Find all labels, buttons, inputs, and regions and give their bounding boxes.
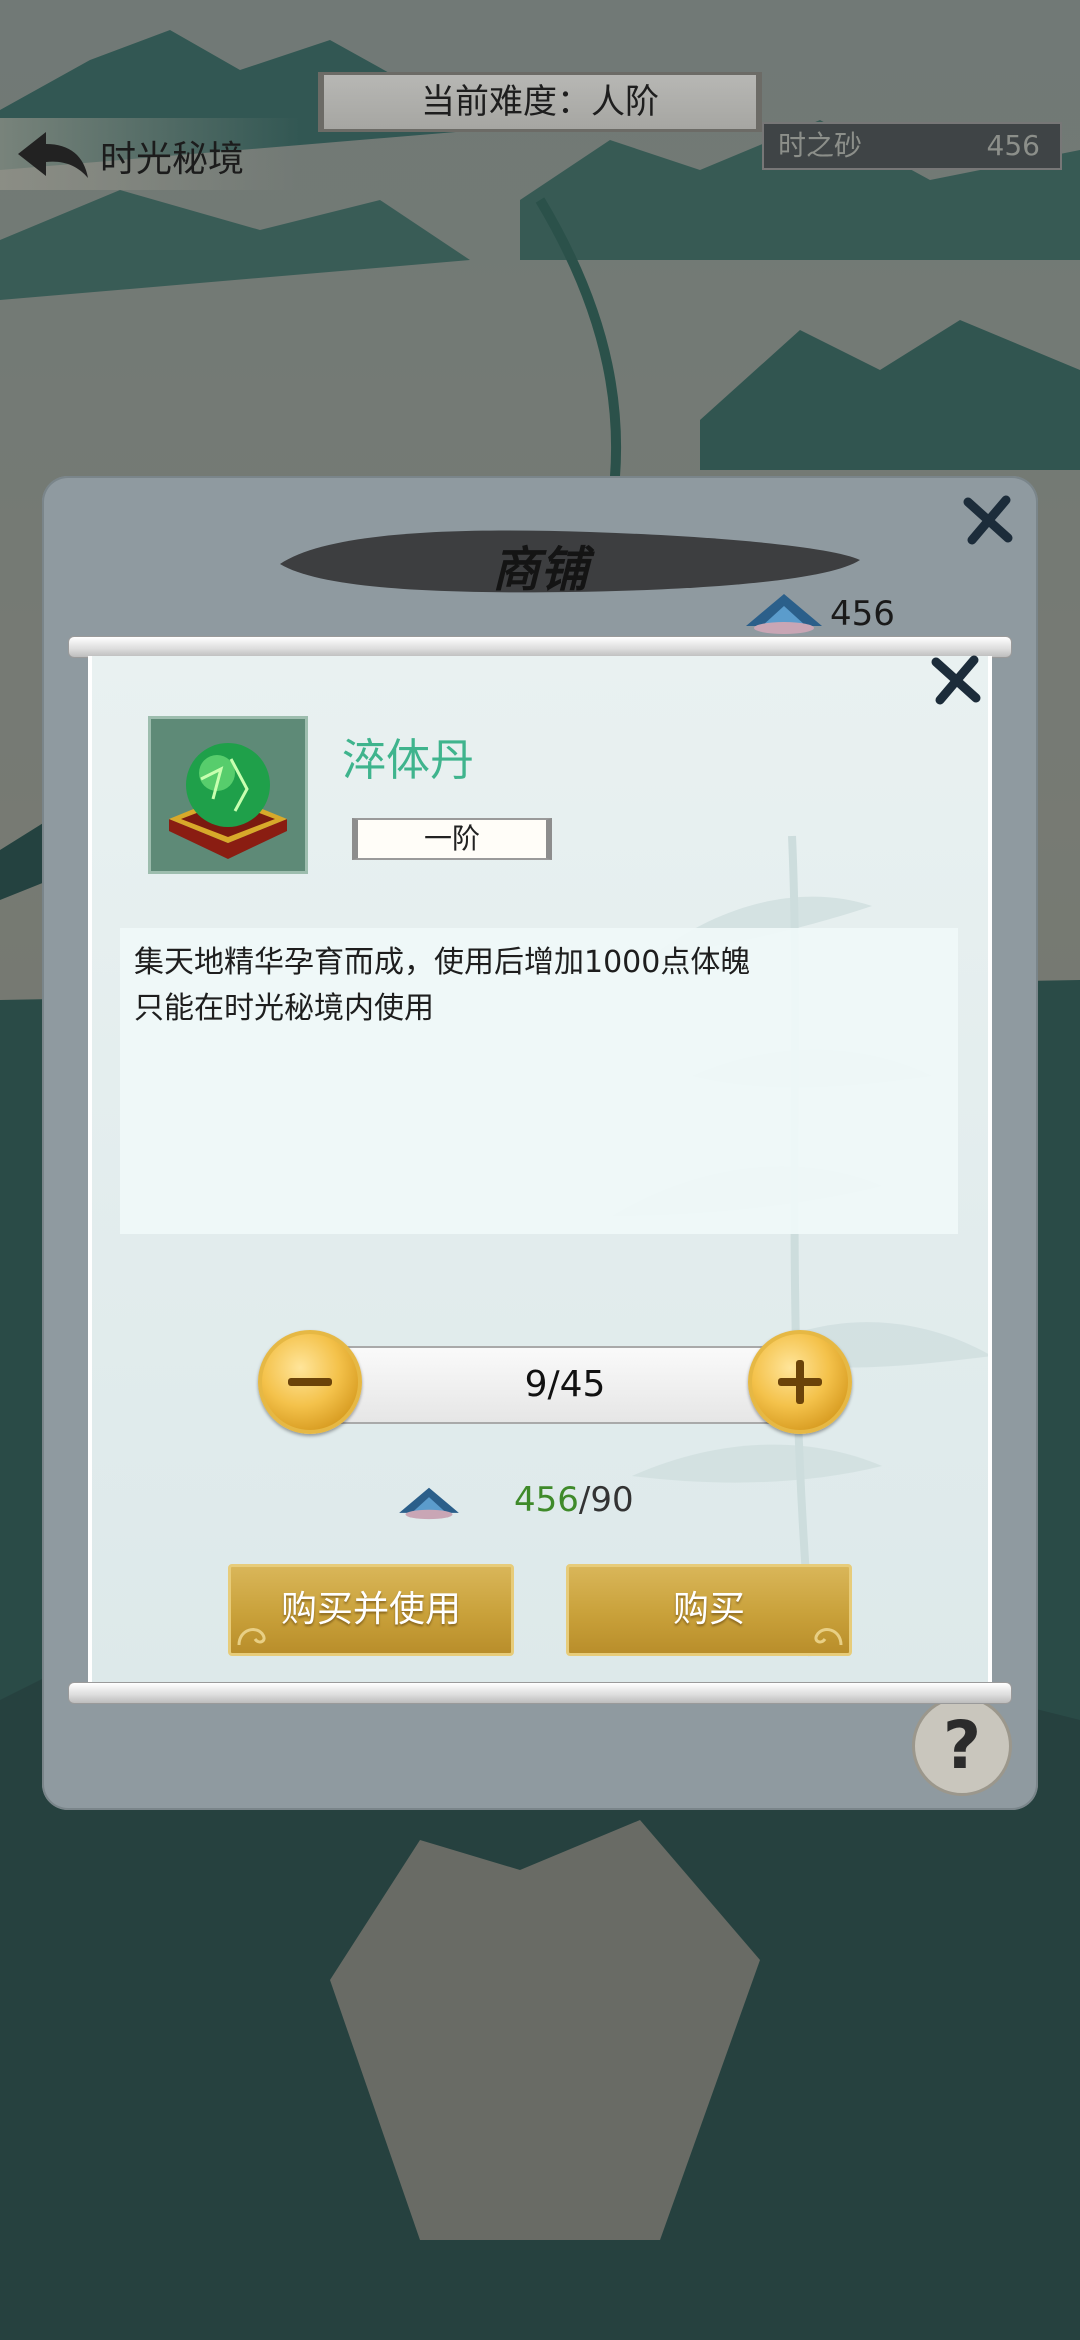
item-tier-tag: 一阶 (352, 818, 552, 860)
buy-and-use-label: 购买并使用 (280, 1589, 461, 1630)
plus-icon (778, 1360, 822, 1404)
item-description: 集天地精华孕育而成，使用后增加1000点体魄 只能在时光秘境内使用 (120, 928, 958, 1234)
scroll-roller-bottom (68, 1682, 1012, 1704)
difficulty-banner: 当前难度：人阶 (318, 72, 762, 132)
cloud-swirl-icon (237, 1628, 266, 1646)
page-title: 时光秘境 (100, 139, 245, 180)
dialog-close-icon[interactable] (928, 652, 984, 708)
decrease-quantity-button[interactable] (258, 1330, 362, 1434)
minus-icon (288, 1378, 332, 1386)
description-line: 只能在时光秘境内使用 (134, 991, 434, 1026)
item-icon-frame (148, 716, 308, 874)
sand-hat-icon (399, 1487, 459, 1520)
back-arrow-icon (18, 132, 88, 178)
required-amount: /90 (578, 1480, 634, 1520)
shop-currency-value: 456 (830, 594, 895, 634)
currency-name: 时之砂 (778, 129, 863, 162)
price-owned: 456/90 (514, 1480, 634, 1520)
buy-and-use-button[interactable]: 购买并使用 (228, 1564, 514, 1656)
owned-amount: 456 (514, 1480, 579, 1520)
currency-value: 456 (986, 129, 1040, 162)
quantity-display: 9/45 (330, 1346, 800, 1424)
shop-title: 商铺 (491, 542, 588, 598)
item-name: 淬体丹 (342, 735, 474, 786)
price-row: 456/90 (396, 1476, 696, 1536)
buy-button[interactable]: 购买 (566, 1564, 852, 1656)
back-button[interactable]: 时光秘境 (0, 118, 300, 190)
scroll-roller-top (68, 636, 1012, 658)
help-button[interactable]: ? (912, 1696, 1012, 1796)
close-icon[interactable] (960, 492, 1016, 548)
jade-pill-icon (169, 743, 287, 859)
buy-label: 购买 (672, 1589, 745, 1630)
currency-display: 时之砂 456 (762, 122, 1062, 170)
increase-quantity-button[interactable] (748, 1330, 852, 1434)
description-line: 集天地精华孕育而成，使用后增加1000点体魄 (134, 945, 751, 980)
cloud-swirl-icon (814, 1628, 843, 1646)
